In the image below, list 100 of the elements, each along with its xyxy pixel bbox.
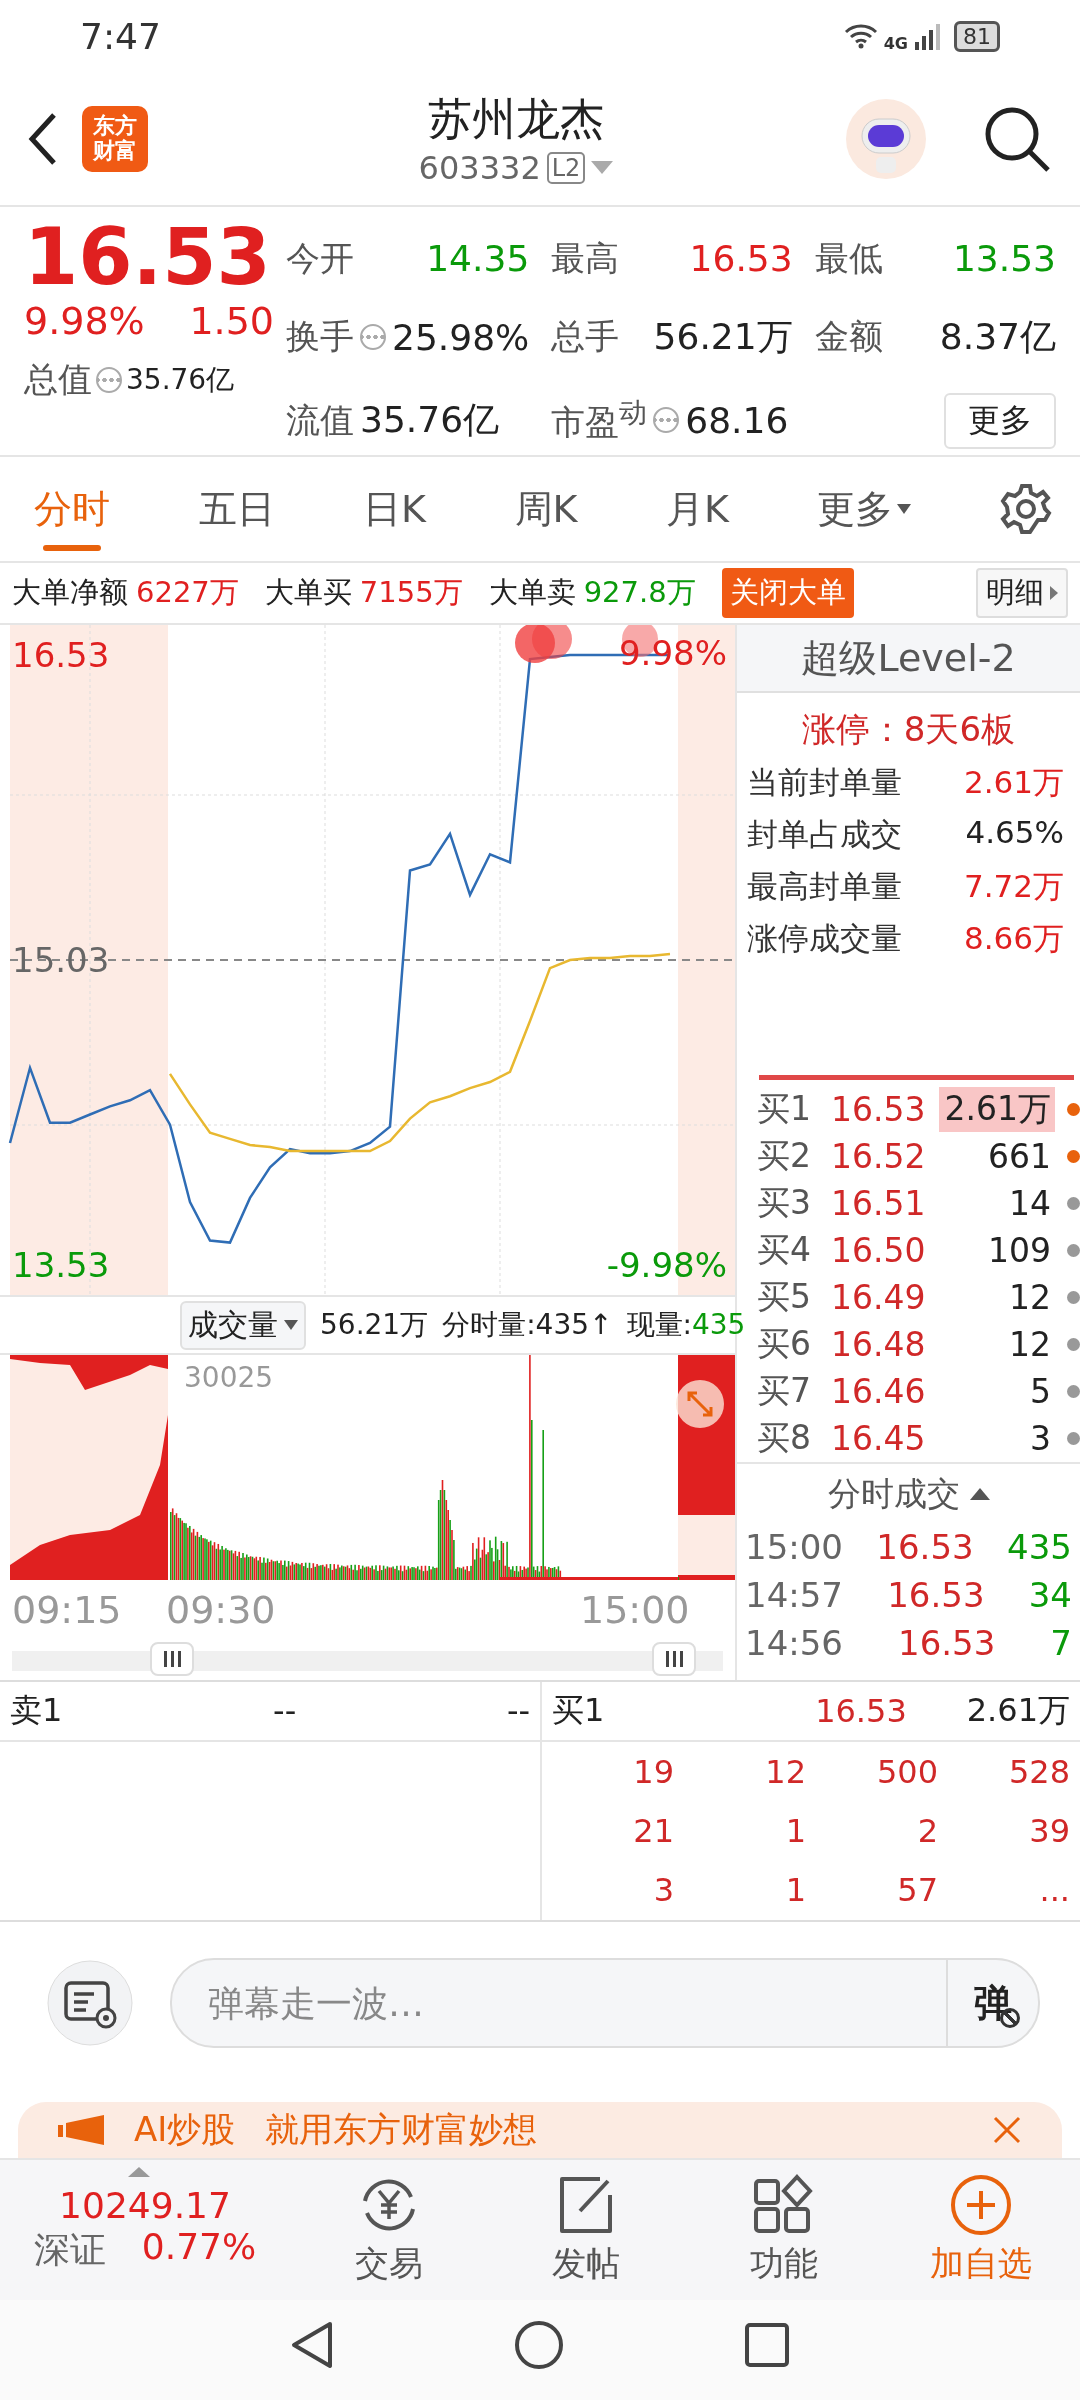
bottom-nav-button[interactable]: 功能 xyxy=(685,2173,883,2287)
chart-tab[interactable]: 更多 xyxy=(817,467,912,551)
stat-value: 7.72万 xyxy=(963,867,1064,906)
recents-nav-icon[interactable] xyxy=(744,2322,790,2368)
trade-price: 16.53 xyxy=(898,1623,996,1665)
bottom-nav-button[interactable]: 交易 xyxy=(290,2173,488,2287)
axis-label: -9.98% xyxy=(606,1245,727,1285)
stat-label: 金额 xyxy=(814,315,883,358)
stat-label: 涨停成交量 xyxy=(747,919,902,958)
volume-selector[interactable]: 成交量 xyxy=(180,1300,306,1350)
order-price: 16.48 xyxy=(831,1325,927,1364)
stat-value: 56.21万 xyxy=(653,314,793,359)
order-value: 6227万 xyxy=(136,574,239,611)
order-level: 买4 xyxy=(757,1229,812,1271)
time-label: 09:30 xyxy=(166,1588,276,1632)
order-label: 大单净额 xyxy=(12,574,128,611)
signal-icon xyxy=(914,22,940,50)
panel-title: 超级Level-2 xyxy=(737,625,1080,693)
queue-order: 3 xyxy=(652,1871,674,1910)
trade-price: 16.53 xyxy=(887,1575,985,1617)
queue-order: 57 xyxy=(896,1871,938,1910)
slider-handle[interactable] xyxy=(652,1642,696,1676)
wifi-icon xyxy=(843,23,878,49)
danmaku-field[interactable]: 弹幕走一波… 弹 xyxy=(170,1958,1040,2048)
bottom-nav-button[interactable]: 发帖 xyxy=(487,2173,685,2287)
chart-tab[interactable]: 周K xyxy=(514,467,578,551)
order-price: 16.45 xyxy=(831,1419,927,1458)
order-volume: 14 xyxy=(1008,1184,1052,1223)
expand-icon[interactable] xyxy=(675,1379,725,1429)
current-price: 16.53 xyxy=(24,217,272,299)
queue-order: 528 xyxy=(1007,1752,1070,1791)
order-price: 16.49 xyxy=(831,1278,927,1317)
queue-order: 19 xyxy=(632,1752,674,1791)
stat-value: 35.76亿 xyxy=(126,361,235,398)
danmaku-send-button[interactable]: 弹 xyxy=(946,1960,1038,2046)
megaphone-icon xyxy=(58,2115,104,2145)
stat-label: 流值 xyxy=(286,398,354,442)
queue-price: 16.53 xyxy=(815,1692,907,1730)
index-value: 10249.17 xyxy=(59,2185,231,2226)
caret-icon xyxy=(284,1320,298,1330)
axis-label: 9.98% xyxy=(619,633,727,673)
slider-handle[interactable] xyxy=(150,1642,194,1676)
queue-price: -- xyxy=(273,1692,297,1730)
current-volume-label: 现量: xyxy=(626,1308,692,1341)
danmaku-settings-icon[interactable] xyxy=(46,1959,134,2047)
order-level: 买2 xyxy=(757,1135,812,1177)
caret-icon xyxy=(897,504,912,514)
order-value: 7155万 xyxy=(359,574,463,611)
axis-label: 15.03 xyxy=(12,940,110,980)
trade-volume: 435 xyxy=(1007,1527,1072,1569)
stat-label: 今开 xyxy=(286,236,354,280)
trade-time: 14:57 xyxy=(745,1575,843,1617)
stat-value: 25.98% xyxy=(392,316,530,358)
queue-order: 21 xyxy=(632,1812,674,1850)
order-volume: 5 xyxy=(1029,1372,1052,1411)
caret-icon xyxy=(1050,586,1058,600)
time-label: 09:15 xyxy=(12,1588,122,1632)
stat-value: 14.35 xyxy=(426,238,530,279)
battery-indicator: 81 xyxy=(954,20,1000,52)
index-name: 深证 xyxy=(33,2228,106,2272)
home-nav-icon[interactable] xyxy=(514,2320,564,2370)
detail-button[interactable]: 明细 xyxy=(976,568,1068,618)
stat-label: 换手 xyxy=(286,315,354,358)
volume-max-label: 30025 xyxy=(184,1361,274,1394)
back-nav-icon[interactable] xyxy=(290,2320,334,2370)
queue-volume: 2.61万 xyxy=(966,1690,1070,1731)
order-volume: 12 xyxy=(1008,1278,1052,1317)
status-time: 7:47 xyxy=(80,15,161,57)
order-volume: 2.61万 xyxy=(939,1087,1055,1132)
stock-code: 603332 xyxy=(418,149,541,187)
trade-time: 15:00 xyxy=(745,1527,843,1569)
chart-tab[interactable]: 五日 xyxy=(198,467,275,551)
stat-value: 8.37亿 xyxy=(939,314,1056,359)
order-level: 买3 xyxy=(757,1182,812,1224)
trades-header-button[interactable]: 分时成交 xyxy=(827,1471,990,1517)
chart-tab[interactable]: 月K xyxy=(665,467,729,551)
expand-up-icon[interactable] xyxy=(128,2167,150,2177)
order-volume: 661 xyxy=(987,1137,1052,1176)
order-label: 大单卖 xyxy=(488,574,576,611)
queue-label: 卖1 xyxy=(10,1690,63,1731)
close-icon[interactable] xyxy=(992,2115,1022,2145)
order-price: 16.46 xyxy=(831,1372,927,1411)
more-button[interactable]: 更多 xyxy=(944,392,1056,449)
stat-label: 最高 xyxy=(551,236,620,280)
trade-price: 16.53 xyxy=(876,1527,974,1569)
settings-icon[interactable] xyxy=(999,483,1052,535)
robot-avatar-icon[interactable] xyxy=(844,96,928,181)
axis-label: 13.53 xyxy=(12,1245,110,1285)
queue-order: ... xyxy=(1038,1871,1070,1910)
order-price: 16.50 xyxy=(831,1231,927,1270)
order-price: 16.52 xyxy=(831,1137,927,1176)
queue-order: 500 xyxy=(875,1752,938,1791)
banner-text: 就用东方财富妙想 xyxy=(265,2108,538,2151)
network-label: 4G xyxy=(883,33,908,53)
stat-label: 封单占成交 xyxy=(747,815,902,854)
chart-tab[interactable]: 日K xyxy=(363,467,426,551)
volume-total: 56.21万 xyxy=(320,1307,429,1343)
stat-label: 市盈$^{动}$ xyxy=(551,395,648,445)
stat-value: 4.65% xyxy=(965,814,1064,852)
add-icon xyxy=(949,2173,1014,2237)
